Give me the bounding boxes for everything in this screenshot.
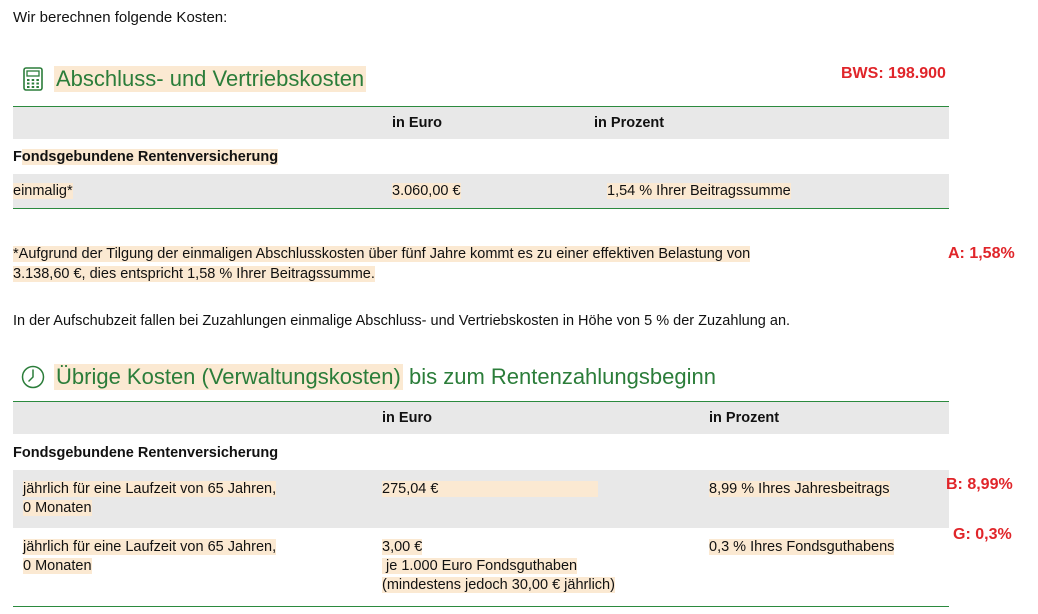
row-euro: 3.060,00 € [392, 183, 461, 199]
divider [13, 208, 949, 209]
badge-g: G: 0,3% [953, 526, 1012, 543]
col-header-euro: in Euro [382, 410, 432, 426]
section-title-rest: bis zum Rentenzahlungsbeginn [402, 364, 716, 389]
row-percent: 1,54 % Ihrer Beitragssumme [607, 183, 791, 199]
row-percent: 8,99 % Ihres Jahresbeitrags [709, 481, 890, 497]
additional-note: In der Aufschubzeit fallen bei Zuzahlung… [13, 313, 791, 329]
divider [13, 606, 949, 607]
section-title-abschluss: Abschluss- und Vertriebskosten [20, 66, 367, 92]
row-label: einmalig* [13, 183, 73, 199]
col-header-percent: in Prozent [709, 410, 780, 426]
section-title-highlight: Übrige Kosten (Verwaltungskosten) [54, 364, 403, 390]
table-row: jährlich für eine Laufzeit von 65 Jahren… [13, 470, 949, 528]
table-row: jährlich für eine Laufzeit von 65 Jahren… [13, 528, 949, 604]
group-label: Fondsgebundene Rentenversicherung [13, 149, 279, 165]
badge-b: B: 8,99% [946, 476, 1013, 493]
table-row: einmalig* 3.060,00 € 1,54 % Ihrer Beitra… [13, 174, 949, 208]
section-title-verwaltung: Übrige Kosten (Verwaltungskosten) bis zu… [20, 364, 716, 390]
badge-bws: BWS: 198.900 [841, 65, 946, 82]
row-label: jährlich für eine Laufzeit von 65 Jahren… [23, 539, 277, 574]
badge-a: A: 1,58% [948, 245, 1015, 262]
row-label: jährlich für eine Laufzeit von 65 Jahren… [23, 481, 277, 516]
group-label: Fondsgebundene Rentenversicherung [13, 445, 279, 461]
col-header-percent: in Prozent [594, 115, 665, 131]
table-header-row: in Euro in Prozent [13, 107, 949, 139]
section-title-text: Abschluss- und Vertriebskosten [54, 66, 367, 92]
clock-icon [21, 365, 45, 389]
row-euro: 3,00 € je 1.000 Euro Fondsguthaben (mind… [382, 539, 615, 593]
row-euro: 275,04 € [382, 481, 599, 497]
row-percent: 0,3 % Ihres Fondsguthabens [709, 539, 895, 555]
table-header-row: in Euro in Prozent [13, 402, 949, 434]
intro-text: Wir berechnen folgende Kosten: [13, 9, 228, 26]
calculator-icon [23, 67, 43, 91]
footnote: *Aufgrund der Tilgung der einmaligen Abs… [13, 246, 751, 282]
col-header-euro: in Euro [392, 115, 442, 131]
